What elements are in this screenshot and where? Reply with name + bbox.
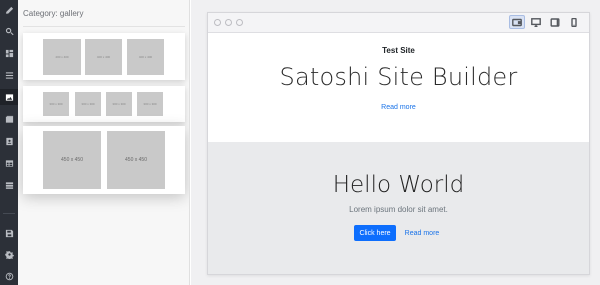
dashboard-icon[interactable] xyxy=(0,45,18,61)
pencil-icon[interactable] xyxy=(0,2,18,18)
hero-heading: Satoshi Site Builder xyxy=(279,63,518,91)
image-placeholder: 300 x 300 xyxy=(75,92,101,116)
site-title: Test Site xyxy=(382,46,415,55)
tablet-landscape-icon[interactable] xyxy=(509,15,525,29)
image-placeholder: 400 x 400 xyxy=(127,39,164,75)
image-placeholder: 400 x 400 xyxy=(85,39,122,75)
preview-stage: Test Site Satoshi Site Builder Read more… xyxy=(191,0,600,285)
jumbotron-text: Lorem ipsum dolor sit amet. xyxy=(349,205,448,214)
desktop-icon[interactable] xyxy=(528,15,544,29)
icon-rail xyxy=(0,0,18,285)
read-more-link[interactable]: Read more xyxy=(208,104,589,111)
image-placeholder: 450 x 450 xyxy=(107,131,165,189)
gallery-block-card-hovered[interactable]: 450 x 450 450 x 450 xyxy=(23,126,185,194)
click-here-button[interactable]: Click here xyxy=(354,225,396,241)
preview-titlebar xyxy=(208,13,589,33)
gallery-block-card[interactable]: 300 x 300 300 x 300 300 x 300 300 x 300 xyxy=(23,86,185,122)
gallery-block-card[interactable]: 400 x 400 400 x 400 400 x 400 xyxy=(23,33,185,80)
help-icon[interactable] xyxy=(0,268,18,284)
jumbotron-heading: Hello World xyxy=(332,172,465,198)
image-icon[interactable] xyxy=(0,89,18,105)
panel-divider xyxy=(23,26,185,27)
image-placeholder: 400 x 400 xyxy=(43,39,81,75)
image-placeholder: 300 x 300 xyxy=(137,92,163,116)
save-icon[interactable] xyxy=(0,225,18,241)
list-icon[interactable] xyxy=(0,67,18,83)
image-placeholder: 450 x 450 xyxy=(43,131,101,189)
window-dot[interactable] xyxy=(225,19,232,26)
jumbotron-section: Hello World Lorem ipsum dolor sit amet. … xyxy=(208,142,589,274)
layout-icon[interactable] xyxy=(0,177,18,193)
tablet-icon[interactable] xyxy=(547,15,563,29)
phone-icon[interactable] xyxy=(566,15,582,29)
table-icon[interactable] xyxy=(0,155,18,171)
gallery-icon[interactable] xyxy=(0,111,18,127)
contacts-icon[interactable] xyxy=(0,133,18,149)
read-more-link[interactable]: Read more xyxy=(402,225,442,241)
preview-window: Test Site Satoshi Site Builder Read more… xyxy=(207,12,590,275)
settings-icon[interactable] xyxy=(0,246,18,262)
image-placeholder: 300 x 300 xyxy=(43,92,69,116)
blocks-panel: Category: gallery 400 x 400 400 x 400 40… xyxy=(18,0,190,285)
search-icon[interactable] xyxy=(0,23,18,39)
window-dot[interactable] xyxy=(236,19,243,26)
window-dot[interactable] xyxy=(214,19,221,26)
rail-divider xyxy=(3,213,15,214)
image-placeholder: 300 x 300 xyxy=(106,92,132,116)
category-label: Category: gallery xyxy=(23,9,84,18)
